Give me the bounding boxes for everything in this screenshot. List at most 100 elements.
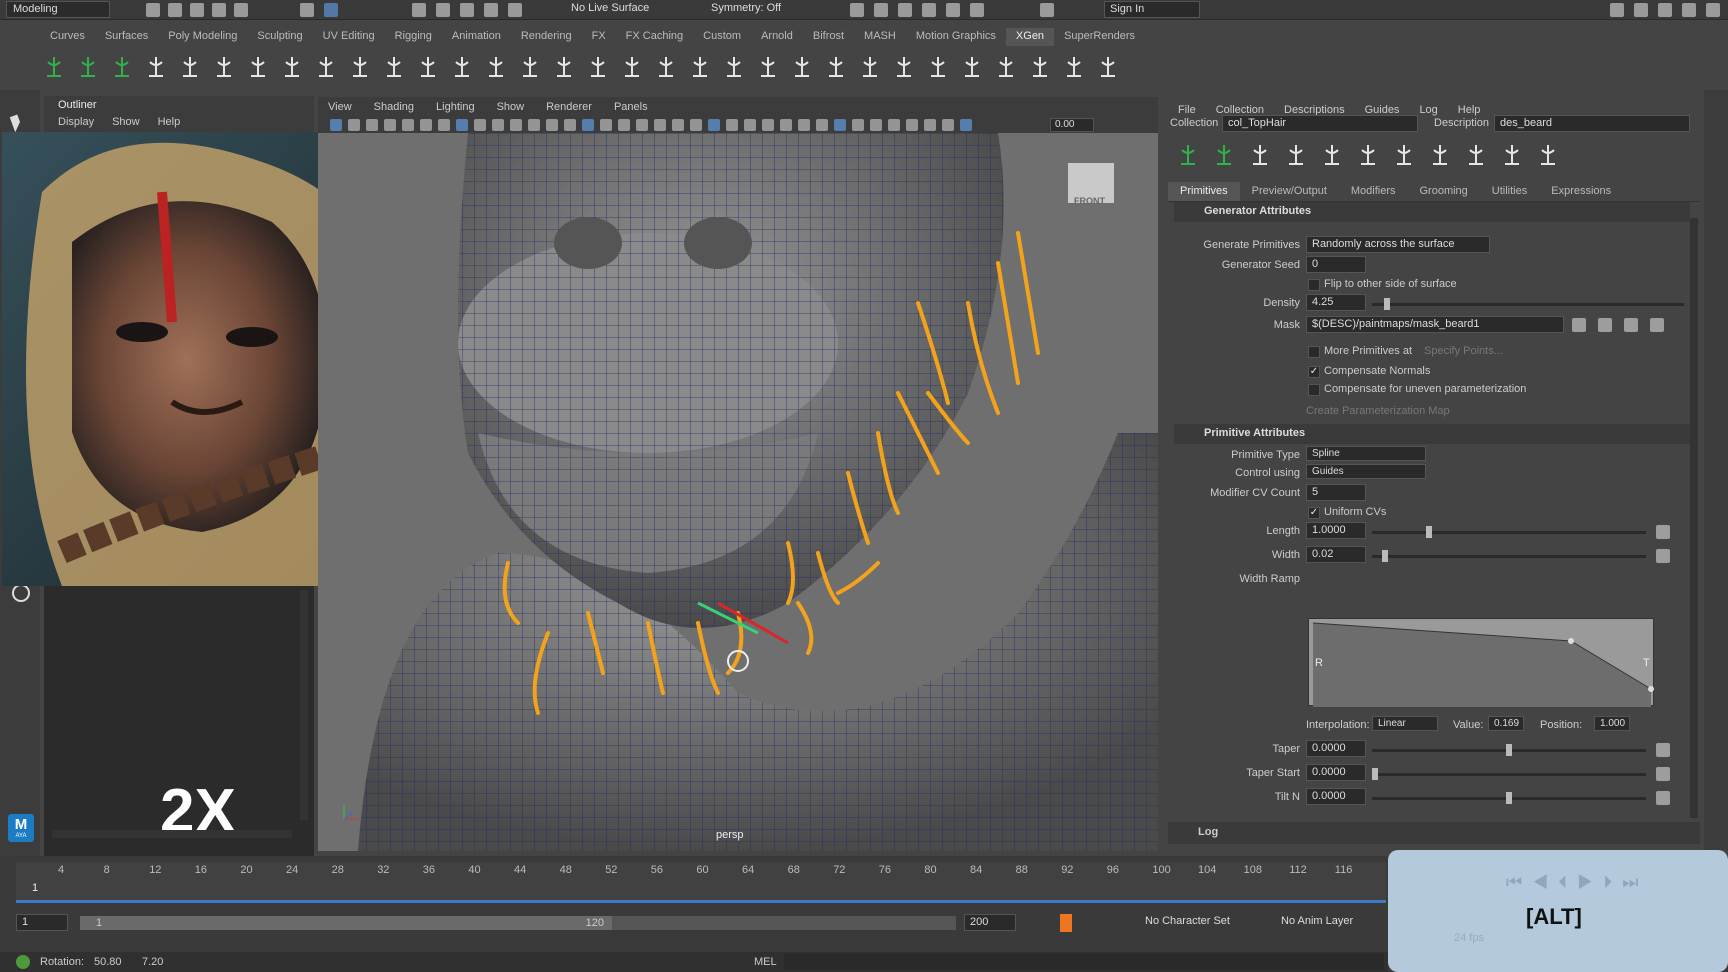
delete-description-icon[interactable] bbox=[40, 52, 68, 82]
clump-guides-icon[interactable] bbox=[720, 52, 748, 82]
grab-brush-icon[interactable] bbox=[924, 52, 952, 82]
relax-guides-icon[interactable] bbox=[686, 52, 714, 82]
lock-guides-icon[interactable] bbox=[1390, 140, 1418, 170]
shelf-tab-xgen[interactable]: XGen bbox=[1005, 28, 1055, 46]
viewport-menu-show[interactable]: Show bbox=[497, 101, 525, 113]
outliner-menu-show[interactable]: Show bbox=[112, 116, 140, 128]
viewport-tool-icon[interactable] bbox=[690, 119, 702, 131]
xgen-tab-utilities[interactable]: Utilities bbox=[1480, 182, 1539, 201]
xgen-tab-expressions[interactable]: Expressions bbox=[1539, 182, 1623, 201]
shelf-tab-rigging[interactable]: Rigging bbox=[385, 28, 442, 46]
add-guide-icon[interactable] bbox=[1318, 140, 1346, 170]
toggle-preview-icon[interactable] bbox=[1174, 140, 1202, 170]
render-sequence-icon[interactable] bbox=[874, 3, 888, 17]
range-slider[interactable]: 1 120 bbox=[80, 916, 956, 930]
compensate-uneven-checkbox[interactable] bbox=[1308, 384, 1320, 396]
xgen-tab-preview-output[interactable]: Preview/Output bbox=[1240, 182, 1339, 201]
workspace-menu[interactable]: Modeling bbox=[6, 1, 110, 18]
viewport-tool-icon[interactable] bbox=[420, 119, 432, 131]
pause-icon[interactable] bbox=[1040, 3, 1054, 17]
snap-grid-icon[interactable] bbox=[412, 3, 426, 17]
shelf-tab-superrenders[interactable]: SuperRenders bbox=[1054, 28, 1145, 46]
shelf-tab-surfaces[interactable]: Surfaces bbox=[95, 28, 158, 46]
viewport-tool-icon[interactable] bbox=[546, 119, 558, 131]
generator-seed-field[interactable]: 0 bbox=[1306, 256, 1366, 273]
viewport-tool-icon[interactable] bbox=[582, 119, 594, 131]
shelf-tab-poly-modeling[interactable]: Poly Modeling bbox=[158, 28, 247, 46]
anim-layer-dropdown[interactable]: No Anim Layer bbox=[1276, 914, 1386, 931]
shelf-tab-uv-editing[interactable]: UV Editing bbox=[313, 28, 385, 46]
modeling-toolkit-icon[interactable] bbox=[1634, 3, 1648, 17]
length-field[interactable]: 1.0000 bbox=[1306, 522, 1366, 539]
hypershade-icon[interactable] bbox=[946, 3, 960, 17]
xgen-menu-log[interactable]: Log bbox=[1419, 104, 1437, 116]
twist-guides-icon[interactable] bbox=[754, 52, 782, 82]
smooth-guides-icon[interactable] bbox=[618, 52, 646, 82]
outliner-h-scrollbar[interactable] bbox=[52, 830, 292, 838]
character-set-dropdown[interactable]: No Character Set bbox=[1140, 914, 1260, 931]
snap-view-icon[interactable] bbox=[484, 3, 498, 17]
taper-brush-icon[interactable] bbox=[1094, 52, 1122, 82]
folder-icon[interactable] bbox=[1624, 318, 1638, 332]
freeze-brush-icon[interactable] bbox=[958, 52, 986, 82]
rebuild-icon[interactable] bbox=[1462, 140, 1490, 170]
lasso-tool-icon[interactable] bbox=[324, 3, 338, 17]
shelf-tab-arnold[interactable]: Arnold bbox=[751, 28, 803, 46]
generator-attributes-header[interactable]: Generator Attributes bbox=[1174, 202, 1690, 222]
width-ramp-graph[interactable]: R T bbox=[1308, 618, 1654, 707]
move-guides-icon[interactable] bbox=[1282, 140, 1310, 170]
viewport-tool-icon[interactable] bbox=[672, 119, 684, 131]
add-guides-icon[interactable] bbox=[142, 52, 170, 82]
time-ruler[interactable]: 1 4 8 12 16 20 24 28 32 36 40 44 48 52 56 60 64 68 72 76 80… bbox=[16, 862, 1386, 902]
viewport-tool-icon[interactable] bbox=[942, 119, 954, 131]
outliner-scrollbar[interactable] bbox=[300, 590, 308, 820]
density-brush-icon[interactable] bbox=[890, 52, 918, 82]
shelf-tab-rendering[interactable]: Rendering bbox=[511, 28, 582, 46]
flatten-brush-icon[interactable] bbox=[992, 52, 1020, 82]
xgen-menu-help[interactable]: Help bbox=[1458, 104, 1481, 116]
viewport-tool-icon[interactable] bbox=[384, 119, 396, 131]
viewport-tool-icon[interactable] bbox=[348, 119, 360, 131]
add-guide-cvs-icon[interactable] bbox=[346, 52, 374, 82]
ramp-value-field[interactable]: 0.169 bbox=[1488, 716, 1524, 731]
width-slider-knob[interactable] bbox=[1382, 550, 1388, 562]
part-guides-icon[interactable] bbox=[822, 52, 850, 82]
outliner-menu-display[interactable]: Display bbox=[58, 116, 94, 128]
viewport-tool-icon[interactable] bbox=[438, 119, 450, 131]
description-dropdown[interactable]: des_beard bbox=[1494, 115, 1690, 132]
symmetry-field[interactable]: Symmetry: Off bbox=[706, 1, 806, 18]
viewport-tool-icon[interactable] bbox=[798, 119, 810, 131]
viewport-tool-icon[interactable] bbox=[456, 119, 468, 131]
viewport-tool-icon[interactable] bbox=[492, 119, 504, 131]
snap-curve-icon[interactable] bbox=[436, 3, 450, 17]
tiltn-slider[interactable] bbox=[1372, 792, 1646, 804]
shelf-tab-custom[interactable]: Custom bbox=[693, 28, 751, 46]
mel-label[interactable]: MEL bbox=[754, 956, 777, 968]
viewport-menu-panels[interactable]: Panels bbox=[614, 101, 648, 113]
viewport-tool-icon[interactable] bbox=[708, 119, 720, 131]
tiltn-slider-knob[interactable] bbox=[1506, 792, 1512, 804]
tiltn-field[interactable]: 0.0000 bbox=[1306, 788, 1366, 805]
taper-field[interactable]: 0.0000 bbox=[1306, 740, 1366, 757]
add-guides-icon[interactable] bbox=[1246, 140, 1274, 170]
viewport-menu-shading[interactable]: Shading bbox=[374, 101, 414, 113]
lock-guides-icon[interactable] bbox=[278, 52, 306, 82]
shelf-tab-fx[interactable]: FX bbox=[582, 28, 616, 46]
outliner-menu-help[interactable]: Help bbox=[158, 116, 181, 128]
sculpt-guides-icon[interactable] bbox=[210, 52, 238, 82]
scale-guides-icon[interactable] bbox=[482, 52, 510, 82]
live-surface-field[interactable]: No Live Surface bbox=[566, 1, 686, 18]
select-tool-icon[interactable] bbox=[300, 3, 314, 17]
taper-start-field[interactable]: 0.0000 bbox=[1306, 764, 1366, 781]
viewport-tool-icon[interactable] bbox=[780, 119, 792, 131]
viewport-tool-icon[interactable] bbox=[600, 119, 612, 131]
modifier-cv-field[interactable]: 5 bbox=[1306, 484, 1366, 501]
taper-slider[interactable] bbox=[1372, 744, 1646, 756]
search-icon[interactable] bbox=[12, 584, 30, 602]
viewport-tool-icon[interactable] bbox=[888, 119, 900, 131]
sign-in-button[interactable]: Sign In bbox=[1104, 1, 1200, 18]
xgen-scrollbar[interactable] bbox=[1690, 218, 1698, 818]
ipr-render-icon[interactable] bbox=[898, 3, 912, 17]
command-line-input[interactable] bbox=[784, 954, 1384, 970]
noise-guides-icon[interactable] bbox=[788, 52, 816, 82]
